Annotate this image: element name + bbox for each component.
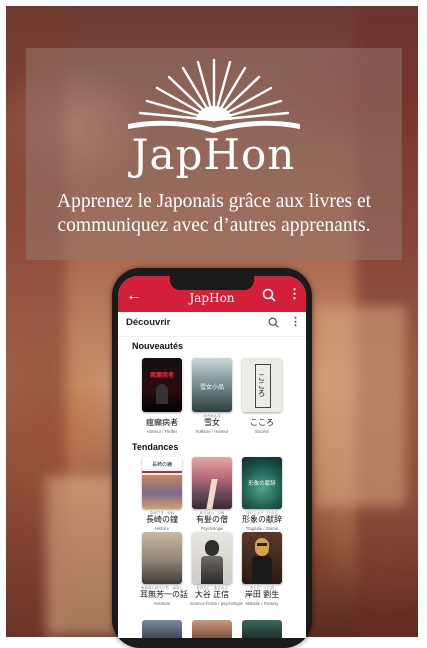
- book-cover-partial: [142, 620, 182, 638]
- book-genre: Horreur / Thriller: [146, 429, 178, 434]
- book-card[interactable]: みみなしほういち はなし 耳無芳一の話 Aventure: [140, 532, 188, 606]
- more-vertical-icon[interactable]: ⋮: [288, 286, 301, 302]
- book-genre: Tragédie / Drame: [245, 526, 279, 531]
- open-book-sunburst-logo: [128, 58, 300, 133]
- book-cover: 瘋癲病者: [142, 358, 182, 412]
- book-cover: 雪女小品: [192, 358, 232, 412]
- book-card[interactable]: 雪女小品 ゆきおんな 雪女 Folklore / Horreur: [190, 358, 234, 434]
- book-genre: Société: [255, 429, 269, 434]
- book-title: こころ: [250, 418, 274, 427]
- app-title: JapHon: [189, 291, 235, 305]
- brand-title: JapHon: [131, 130, 296, 179]
- book-genre: Maladie / Fantasy: [245, 601, 279, 606]
- more-vertical-icon[interactable]: ⋮: [290, 315, 301, 328]
- book-genre: Aventure: [153, 601, 171, 606]
- cover-title: こころ: [257, 373, 266, 397]
- book-title: 大谷 正信: [194, 590, 230, 599]
- book-card[interactable]: 瘋癲病者 瘋癲病者 Horreur / Thriller: [140, 358, 184, 434]
- book-title: 有髪の僧: [196, 515, 228, 524]
- tagline: Apprenez le Japonais grâce aux livres et…: [30, 190, 398, 238]
- tagline-line-2: communiquez avec d’autres apprenants.: [57, 215, 371, 236]
- book-cover-partial: [242, 620, 282, 638]
- book-title: 岸田 劉生: [244, 590, 280, 599]
- book-title: 長崎の鐘: [146, 515, 178, 524]
- book-cover: [142, 532, 182, 584]
- book-card[interactable]: 長崎の鐘 ながさき かね 長崎の鐘 Histoire: [140, 457, 184, 531]
- book-title: 瘋癲病者: [146, 418, 178, 427]
- section-trending-title: Tendances: [132, 442, 179, 452]
- book-genre: Science-fiction / psychologie: [190, 601, 243, 606]
- book-card[interactable]: おおたに まさのぶ 大谷 正信 Science-fiction / psycho…: [190, 532, 243, 606]
- book-card[interactable]: きしだ くにお 岸田 劉生 Maladie / Fantasy: [240, 532, 284, 606]
- book-title: 形象の献辞: [242, 515, 282, 524]
- book-title: 雪女: [204, 418, 220, 427]
- discover-toolbar: Découvrir ⋮: [118, 312, 306, 337]
- book-cover-partial: [192, 620, 232, 638]
- phone-screen: ← JapHon ⋮ Découvrir ⋮ Nouveautés 瘋癲病者 瘋…: [118, 276, 306, 638]
- cover-title: 長崎の鐘: [151, 462, 172, 468]
- app-bar: ← JapHon ⋮: [118, 276, 306, 312]
- cover-title: 瘋癲病者: [149, 373, 174, 379]
- book-genre: Histoire: [154, 526, 170, 531]
- book-title: 耳無芳一の話: [140, 590, 188, 599]
- book-cover: 長崎の鐘: [142, 457, 182, 509]
- blurred-page-right: [316, 306, 406, 506]
- book-genre: Psychologie: [200, 526, 224, 531]
- page-title: Découvrir: [126, 317, 171, 328]
- book-genre: Folklore / Horreur: [195, 429, 229, 434]
- phone-notch: [170, 276, 254, 290]
- book-card[interactable]: ゆうはつ つみ 有髪の僧 Psychologie: [190, 457, 234, 531]
- book-card[interactable]: 形象の献辞 けいしょう けんじ 形象の献辞 Tragédie / Drame: [240, 457, 284, 531]
- book-cover: [192, 457, 232, 509]
- book-cover: こころ: [242, 358, 282, 412]
- cover-title: 雪女小品: [199, 385, 224, 391]
- book-cover: [242, 532, 282, 584]
- book-card[interactable]: こころ こころ Société: [240, 358, 284, 434]
- search-icon[interactable]: [268, 317, 279, 328]
- tagline-line-1: Apprenez le Japonais grâce aux livres et: [56, 191, 372, 212]
- book-cover: [192, 532, 232, 584]
- cover-title: 形象の献辞: [248, 481, 276, 487]
- section-new-title: Nouveautés: [132, 341, 184, 351]
- search-icon[interactable]: [262, 288, 276, 302]
- book-cover: 形象の献辞: [242, 457, 282, 509]
